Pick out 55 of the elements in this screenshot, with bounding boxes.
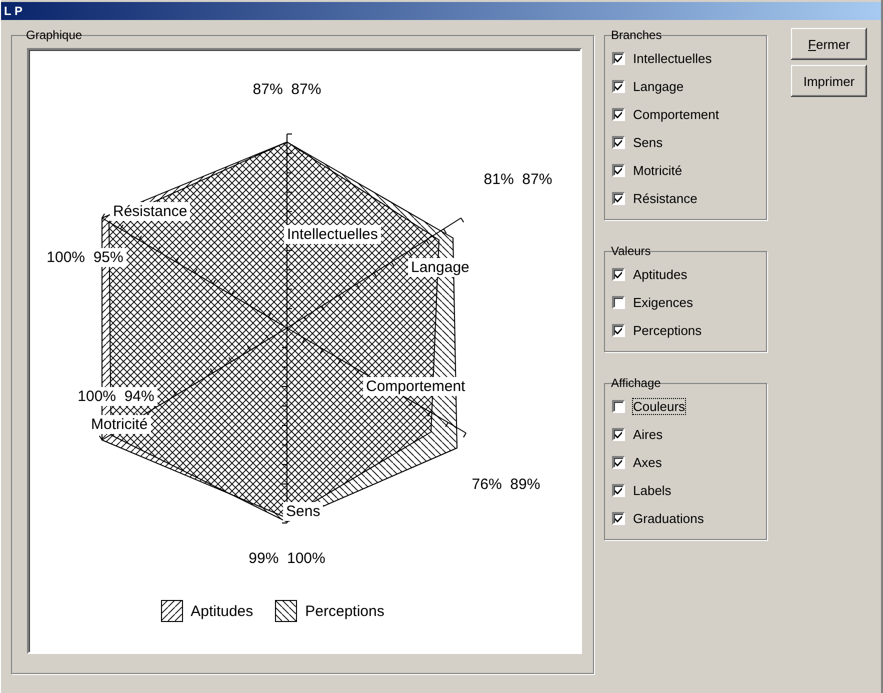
hatch-swatch-icon: [160, 600, 183, 622]
checkbox[interactable]: [612, 52, 625, 64]
checkbox-label[interactable]: Labels: [633, 482, 672, 498]
check-icon: [614, 514, 623, 522]
checkbox-label[interactable]: Perceptions: [633, 322, 702, 338]
checkbox[interactable]: [612, 400, 625, 412]
checkbox-label[interactable]: Motricité: [633, 162, 682, 178]
check-icon: [614, 270, 623, 278]
checkbox-label[interactable]: Sens: [633, 134, 663, 150]
check-icon: [614, 486, 623, 494]
checkbox-label[interactable]: Graduations: [633, 510, 704, 526]
checkbox[interactable]: [612, 80, 625, 92]
group-title: Branches: [610, 28, 663, 42]
checkbox[interactable]: [612, 512, 625, 524]
legend-label: Perceptions: [305, 602, 384, 620]
dialog-button[interactable]: Fermer: [791, 28, 867, 60]
check-icon: [614, 166, 623, 174]
checkbox-label[interactable]: Exigences: [633, 294, 693, 310]
checkbox[interactable]: [612, 456, 625, 468]
axis-label: Sens: [283, 502, 324, 521]
checkbox-label[interactable]: Aires: [633, 426, 663, 442]
checkbox[interactable]: [612, 428, 625, 440]
group-title: Valeurs: [610, 244, 652, 258]
checkbox-label[interactable]: Langage: [633, 78, 684, 94]
checkbox-label[interactable]: Résistance: [633, 190, 698, 206]
checkbox-label[interactable]: Couleurs: [633, 398, 686, 414]
axis-label: Comportement: [363, 377, 468, 396]
dialog-button[interactable]: Imprimer: [791, 65, 867, 97]
checkbox-label[interactable]: Axes: [633, 454, 662, 470]
check-icon: [614, 54, 623, 62]
checkbox-label[interactable]: Aptitudes: [633, 266, 688, 282]
check-icon: [614, 326, 623, 334]
axis-label: Résistance: [110, 202, 190, 221]
check-icon: [614, 430, 623, 438]
checkbox[interactable]: [612, 136, 625, 148]
checkbox-label[interactable]: Comportement: [633, 106, 719, 122]
checkbox[interactable]: [612, 268, 625, 280]
check-icon: [614, 458, 623, 466]
hatch-swatch-icon: [275, 600, 298, 622]
group-title: Affichage: [610, 376, 662, 390]
checkbox-label[interactable]: Intellectuelles: [633, 50, 712, 66]
checkbox[interactable]: [612, 164, 625, 176]
check-icon: [614, 110, 623, 118]
check-icon: [614, 82, 623, 90]
checkbox[interactable]: [612, 192, 625, 204]
check-icon: [614, 194, 623, 202]
check-icon: [614, 138, 623, 146]
checkbox[interactable]: [612, 324, 625, 336]
checkbox[interactable]: [612, 296, 625, 308]
legend-label: Aptitudes: [190, 602, 254, 620]
group-title: Graphique: [25, 28, 84, 42]
checkbox[interactable]: [612, 108, 625, 120]
axis-label: Intellectuelles: [284, 225, 381, 244]
checkbox[interactable]: [612, 484, 625, 496]
window-title: L P: [4, 4, 22, 18]
